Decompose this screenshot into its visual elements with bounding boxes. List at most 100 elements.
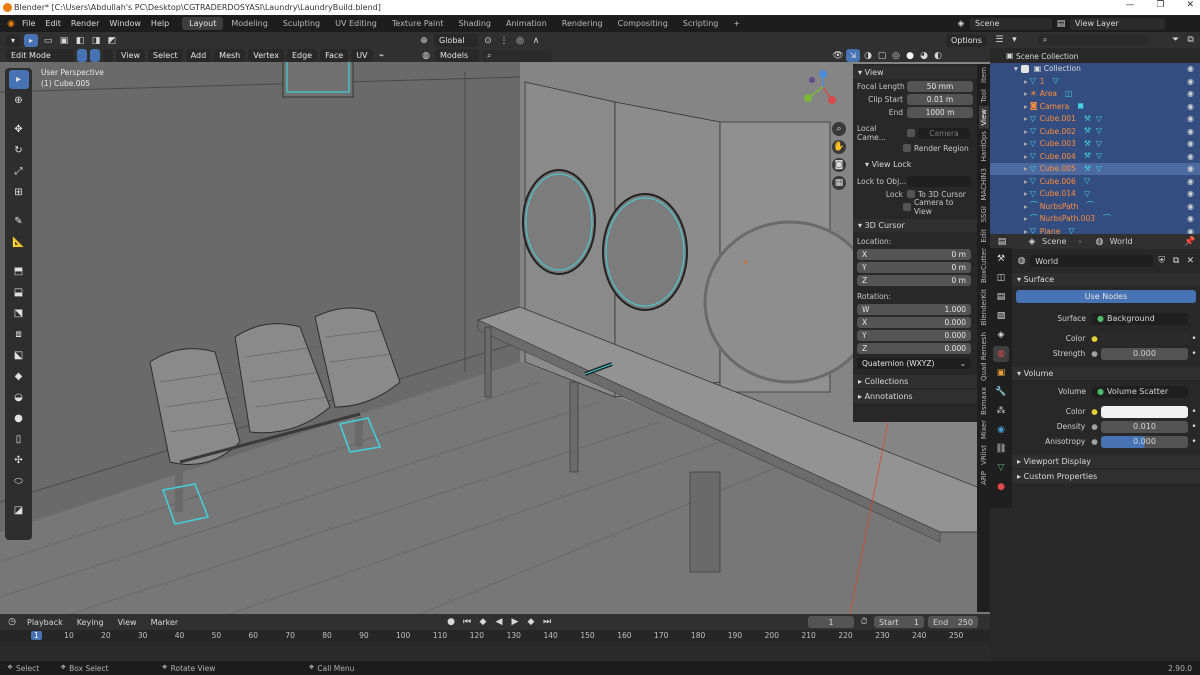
outliner-item[interactable]: ▸ ☀ Area ◫ ◉ <box>990 87 1200 100</box>
transform-pivot-icon[interactable]: ⊕ <box>418 35 430 47</box>
keyframe-dot-icon[interactable]: • <box>1188 436 1200 448</box>
use-nodes-button[interactable]: Use Nodes <box>1016 290 1196 303</box>
menu-select[interactable]: Select <box>147 49 183 62</box>
menu-playback[interactable]: Playback <box>22 618 68 627</box>
constraints-props-icon[interactable]: ⛓ <box>993 441 1009 457</box>
cursor-location-x[interactable]: X 0 m <box>857 248 971 260</box>
viewport-display-header[interactable]: ▸ Viewport Display <box>1012 455 1200 468</box>
tab-vrlist[interactable]: VRlist <box>979 442 989 468</box>
outliner-item[interactable]: ▸ ⌒ NurbsPath.003 ⌒ ◉ <box>990 212 1200 225</box>
3d-viewport[interactable]: User Perspective (1) Cube.005 ⌕ ✋ ◙ ▦ <box>0 62 990 614</box>
select-invert-icon[interactable]: ◨ <box>90 35 102 47</box>
camera-view-icon[interactable]: ◙ <box>832 158 846 172</box>
surface-shader-field[interactable]: ● Background <box>1092 312 1188 325</box>
tab-tool[interactable]: Tool <box>979 86 989 106</box>
view-lock-header[interactable]: ▾ View Lock <box>853 158 977 171</box>
strength-field[interactable]: 0.000 <box>1100 347 1189 360</box>
tab-boxcutter[interactable]: BoxCutter <box>979 245 989 286</box>
bevel-icon[interactable]: ⬔ <box>9 304 29 323</box>
menu-face[interactable]: Face <box>320 49 349 62</box>
view-layer-props-icon[interactable]: ▧ <box>993 308 1009 324</box>
world-datablock-field[interactable]: World <box>1030 255 1154 267</box>
current-frame-field[interactable]: 1 <box>808 616 854 628</box>
models-dropdown[interactable]: Models <box>435 49 479 62</box>
menu-uv[interactable]: UV <box>351 49 373 62</box>
jump-end-icon[interactable]: ⏭ <box>541 616 553 628</box>
frame-start-field[interactable]: Start 1 <box>874 616 924 628</box>
anisotropy-slider[interactable]: 0.000 <box>1100 435 1189 448</box>
snap-target-icon[interactable]: ⋮ <box>498 35 510 47</box>
camera-field[interactable]: Camera <box>918 127 970 139</box>
vertex-select-icon[interactable] <box>77 49 87 62</box>
fake-user-icon[interactable]: ⛨ <box>1156 255 1167 267</box>
select-subtract-icon[interactable]: ◧ <box>74 35 86 47</box>
zoom-icon[interactable]: ⌕ <box>832 122 846 136</box>
modifier-props-icon[interactable]: 🔧 <box>993 384 1009 400</box>
tab-modeling[interactable]: Modeling <box>224 17 274 30</box>
timeline-editor-icon[interactable]: ◷ <box>6 616 18 628</box>
jump-start-icon[interactable]: ⏮ <box>461 616 473 628</box>
record-icon[interactable]: ● <box>445 616 457 628</box>
duplicate-icon[interactable]: ⧉ <box>1170 255 1181 267</box>
pan-hand-icon[interactable]: ✋ <box>832 140 846 154</box>
outliner-item[interactable]: ▸ ▽ Cube.002 ⚒ ▽ ◉ <box>990 125 1200 138</box>
measure-icon[interactable]: 📐 <box>9 233 29 252</box>
shear-icon[interactable]: ⬭ <box>9 472 29 491</box>
play-reverse-icon[interactable]: ◀ <box>493 616 505 628</box>
camera-to-view-checkbox[interactable] <box>903 203 911 211</box>
face-select-icon[interactable] <box>103 49 113 62</box>
unlink-icon[interactable]: ✕ <box>1185 255 1196 267</box>
menu-edge[interactable]: Edge <box>286 49 318 62</box>
gizmo-toggle-icon[interactable]: ⇲ <box>846 49 860 62</box>
collection-row[interactable]: ▾ ▣ Collection ◉ <box>990 62 1200 75</box>
rip-region-icon[interactable]: ◪ <box>9 501 29 520</box>
cursor-rotation-x[interactable]: X 0.000 <box>857 316 971 328</box>
tab-machin3[interactable]: MACHIN3 <box>979 165 989 204</box>
menu-vertex[interactable]: Vertex <box>248 49 284 62</box>
mode-dropdown[interactable]: Edit Mode <box>6 49 74 62</box>
menu-help[interactable]: Help <box>146 19 174 28</box>
keyframe-dot-icon[interactable]: • <box>1188 421 1200 433</box>
wireframe-shading-icon[interactable]: ◎ <box>890 50 902 62</box>
outliner-item-active[interactable]: ▸ ▽ Cube.005 ⚒ ▽ ◉ <box>990 162 1200 175</box>
solid-shading-icon[interactable]: ● <box>904 50 916 62</box>
frame-ruler[interactable]: 1 10 20 30 40 50 60 70 80 90 100 110 120 130 140 150 160… <box>0 630 990 642</box>
eye-icon[interactable]: ◉ <box>1187 114 1194 123</box>
tab-blenderkit[interactable]: BlenderKit <box>979 286 989 328</box>
tab-texture-paint[interactable]: Texture Paint <box>385 17 451 30</box>
tab-layout[interactable]: Layout <box>182 17 224 30</box>
eye-icon[interactable]: ◉ <box>1187 202 1194 211</box>
menu-view[interactable]: View <box>116 49 145 62</box>
rendered-shading-icon[interactable]: ◐ <box>932 50 944 62</box>
tab-ssgi[interactable]: SSGI <box>979 203 989 225</box>
tab-arp[interactable]: ARP <box>979 468 989 488</box>
menu-edit[interactable]: Edit <box>40 19 66 28</box>
outliner-search-input[interactable]: ⌕ <box>1037 34 1149 46</box>
loop-cut-icon[interactable]: ⧈ <box>9 325 29 344</box>
menu-mesh[interactable]: Mesh <box>214 49 246 62</box>
tab-sculpting[interactable]: Sculpting <box>276 17 327 30</box>
density-field[interactable]: 0.010 <box>1100 420 1189 433</box>
proportional-edit-icon[interactable]: ◎ <box>514 35 526 47</box>
transform-icon[interactable]: ⊞ <box>9 183 29 202</box>
outliner-item[interactable]: ▸ ▽ 1 ▽ ◉ <box>990 75 1200 88</box>
select-intersect-icon[interactable]: ◩ <box>106 35 118 47</box>
next-keyframe-icon[interactable]: ◆ <box>525 616 537 628</box>
knife-icon[interactable]: ⬕ <box>9 346 29 365</box>
eye-icon[interactable]: ◉ <box>1187 127 1194 136</box>
spin-icon[interactable]: ◒ <box>9 388 29 407</box>
play-icon[interactable]: ▶ <box>509 616 521 628</box>
eye-icon[interactable]: ◉ <box>1187 102 1194 111</box>
keyframe-dot-icon[interactable]: • <box>1188 333 1200 345</box>
tool-settings-icon[interactable]: ⚒ <box>993 251 1009 267</box>
menu-window[interactable]: Window <box>104 19 146 28</box>
tab-uv-editing[interactable]: UV Editing <box>328 17 384 30</box>
eye-icon[interactable]: ◉ <box>1187 64 1194 73</box>
rotation-mode-dropdown[interactable]: Quaternion (WXYZ) ⌄ <box>857 357 971 369</box>
select-box-icon[interactable]: ▭ <box>42 35 54 47</box>
overlay-icon[interactable]: ◑ <box>862 50 874 62</box>
render-region-checkbox[interactable] <box>903 144 911 152</box>
volume-header[interactable]: ▾ Volume <box>1012 367 1200 380</box>
maximize-button[interactable]: ❐ <box>1156 0 1164 10</box>
eye-icon[interactable]: ◉ <box>1187 89 1194 98</box>
